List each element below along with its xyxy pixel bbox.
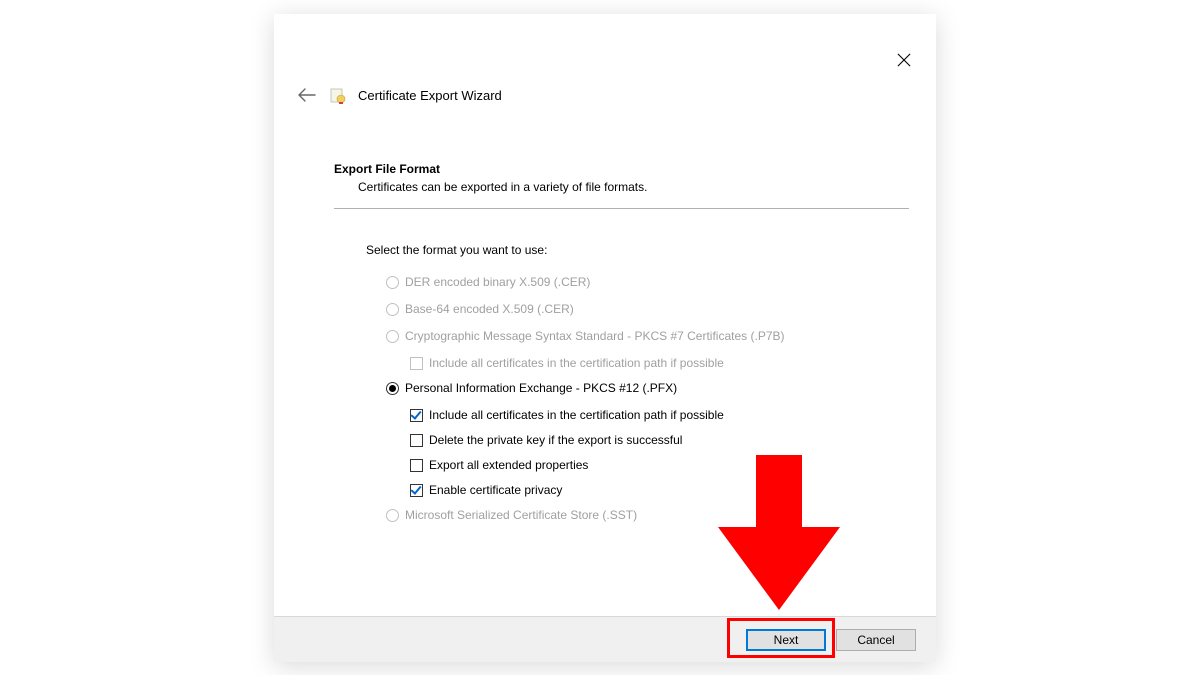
check-label-pfx-privacy: Enable certificate privacy <box>429 483 562 497</box>
radio-pfx[interactable]: Personal Information Exchange - PKCS #12… <box>386 381 909 395</box>
checkbox-pfx-privacy[interactable] <box>410 484 423 497</box>
radio-label-pkcs7: Cryptographic Message Syntax Standard - … <box>405 329 785 343</box>
wizard-window: Certificate Export Wizard Export File Fo… <box>274 14 936 662</box>
radio-label-base64: Base-64 encoded X.509 (.CER) <box>405 302 574 316</box>
radio-sst: Microsoft Serialized Certificate Store (… <box>386 508 909 522</box>
radio-label-pfx: Personal Information Exchange - PKCS #12… <box>405 381 677 395</box>
header-row: Certificate Export Wizard <box>296 84 502 106</box>
check-pfx-privacy[interactable]: Enable certificate privacy <box>410 483 909 497</box>
radio-input-pkcs7 <box>386 330 399 343</box>
checkbox-pfx-export-ext[interactable] <box>410 459 423 472</box>
cancel-button[interactable]: Cancel <box>836 629 916 651</box>
checkbox-pkcs7-include <box>410 357 423 370</box>
footer-bar: Next Cancel <box>274 616 936 662</box>
back-arrow-icon <box>298 88 316 102</box>
format-options: DER encoded binary X.509 (.CER) Base-64 … <box>386 275 909 522</box>
check-label-pfx-delete: Delete the private key if the export is … <box>429 433 682 447</box>
radio-input-sst <box>386 509 399 522</box>
section-title: Export File Format <box>334 162 909 176</box>
certificate-icon <box>328 85 348 105</box>
checkbox-pfx-include[interactable] <box>410 409 423 422</box>
next-button[interactable]: Next <box>746 629 826 651</box>
check-pfx-export-ext[interactable]: Export all extended properties <box>410 458 909 472</box>
radio-label-sst: Microsoft Serialized Certificate Store (… <box>405 508 637 522</box>
select-prompt: Select the format you want to use: <box>366 243 909 257</box>
close-button[interactable] <box>892 48 916 72</box>
check-pkcs7-include: Include all certificates in the certific… <box>410 356 909 370</box>
main-content: Export File Format Certificates can be e… <box>334 162 909 535</box>
radio-der: DER encoded binary X.509 (.CER) <box>386 275 909 289</box>
check-pfx-delete[interactable]: Delete the private key if the export is … <box>410 433 909 447</box>
check-label-pkcs7-include: Include all certificates in the certific… <box>429 356 724 370</box>
wizard-title: Certificate Export Wizard <box>358 88 502 103</box>
radio-input-der <box>386 276 399 289</box>
checkbox-pfx-delete[interactable] <box>410 434 423 447</box>
check-pfx-include[interactable]: Include all certificates in the certific… <box>410 408 909 422</box>
close-icon <box>897 53 911 67</box>
radio-pkcs7: Cryptographic Message Syntax Standard - … <box>386 329 909 343</box>
check-label-pfx-export-ext: Export all extended properties <box>429 458 588 472</box>
radio-base64: Base-64 encoded X.509 (.CER) <box>386 302 909 316</box>
radio-input-base64 <box>386 303 399 316</box>
check-label-pfx-include: Include all certificates in the certific… <box>429 408 724 422</box>
radio-label-der: DER encoded binary X.509 (.CER) <box>405 275 590 289</box>
back-button[interactable] <box>296 84 318 106</box>
divider <box>334 208 909 209</box>
section-description: Certificates can be exported in a variet… <box>358 180 909 194</box>
radio-input-pfx[interactable] <box>386 382 399 395</box>
